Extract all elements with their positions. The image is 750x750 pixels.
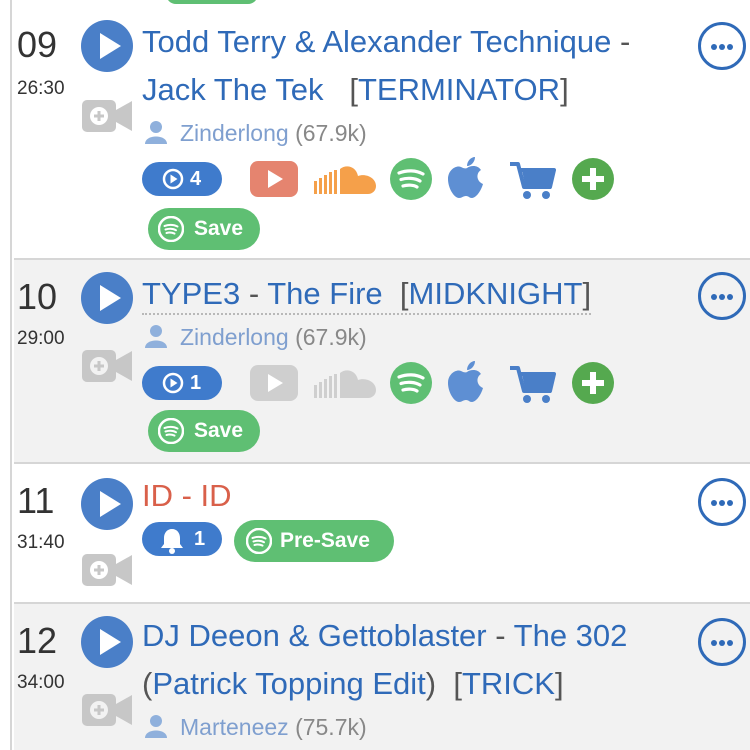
track-title: ID - ID [142, 472, 232, 520]
track-number: 11 [17, 480, 55, 521]
play-icon[interactable] [81, 616, 133, 668]
play-circle-icon [162, 168, 184, 190]
spotify-save-button[interactable]: Save [148, 410, 260, 452]
user-name[interactable]: Zinderlong [180, 324, 289, 350]
spotify-presave-button[interactable]: Pre-Save [234, 520, 394, 562]
title-separator: - [619, 24, 631, 59]
bell-icon [161, 529, 183, 554]
more-options-icon[interactable] [698, 618, 746, 666]
paren-close: ) [425, 666, 437, 701]
track-title-line2: (Patrick Topping Edit) [TRICK] [142, 660, 564, 708]
song-link[interactable]: Jack The Tek [142, 72, 324, 107]
bracket-close: ] [582, 276, 592, 311]
track-title-line2: Jack The Tek [TERMINATOR] [142, 66, 569, 114]
label-link[interactable]: TERMINATOR [358, 72, 560, 107]
bracket-close: ] [560, 72, 569, 107]
video-camera-icon[interactable] [82, 552, 132, 588]
user-credit: Zinderlong (67.9k) [144, 324, 367, 351]
more-options-icon[interactable] [698, 272, 746, 320]
remix-link[interactable]: Patrick Topping Edit [152, 666, 425, 701]
play-count: 4 [190, 168, 202, 190]
soundcloud-icon[interactable] [314, 368, 376, 398]
user-icon [145, 121, 167, 144]
play-icon[interactable] [81, 478, 133, 530]
play-icon[interactable] [81, 20, 133, 72]
track-time: 34:00 [17, 672, 65, 693]
youtube-icon[interactable] [250, 161, 298, 197]
bracket-open: [ [453, 666, 462, 701]
song-link[interactable]: The Fire [267, 276, 382, 311]
track-row-10: 10 29:00 TYPE3 - The Fire [MIDKNIGHT] Zi… [14, 258, 750, 462]
play-count-badge[interactable]: 1 [142, 366, 222, 400]
user-icon [145, 325, 167, 348]
video-camera-icon[interactable] [82, 692, 132, 728]
youtube-icon[interactable] [250, 365, 298, 401]
user-count: (67.9k) [295, 324, 367, 350]
save-label: Save [194, 217, 244, 240]
video-camera-icon[interactable] [82, 348, 132, 384]
bracket-close: ] [554, 666, 564, 701]
track-title: TYPE3 - The Fire [MIDKNIGHT] [142, 270, 592, 318]
shopping-cart-icon[interactable] [508, 160, 556, 200]
play-count-badge[interactable]: 4 [142, 162, 222, 196]
track-row-11: 11 31:40 ID - ID 1 Pre-Save [14, 462, 750, 602]
track-title: Todd Terry & Alexander Technique - [142, 18, 630, 66]
track-time: 31:40 [17, 532, 65, 553]
play-circle-icon [162, 372, 184, 394]
user-count: (75.7k) [295, 714, 367, 740]
bracket-open: [ [399, 276, 409, 311]
track-time: 29:00 [17, 328, 65, 349]
spotify-icon[interactable] [390, 158, 432, 200]
track-title-underlined: TYPE3 - The Fire [MIDKNIGHT] [142, 276, 592, 315]
title-separator: - [248, 276, 260, 311]
plus-circle-icon[interactable] [572, 158, 614, 200]
spotify-icon[interactable] [390, 362, 432, 404]
notify-badge[interactable]: 1 [142, 522, 222, 556]
track-number: 12 [17, 620, 58, 661]
notify-count: 1 [194, 528, 206, 550]
save-label: Save [194, 419, 244, 442]
paren-open: ( [142, 666, 153, 701]
user-credit: Marteneez (75.7k) [144, 714, 367, 741]
spotify-icon [246, 528, 272, 554]
title-separator: - [495, 618, 506, 653]
tracklist: 09 26:30 Todd Terry & Alexander Techniqu… [10, 0, 750, 750]
artist-link[interactable]: Todd Terry & Alexander Technique [142, 24, 611, 59]
previous-save-button-fragment[interactable] [166, 0, 258, 4]
track-number: 09 [17, 24, 58, 65]
bracket-open: [ [349, 72, 358, 107]
track-row-09: 09 26:30 Todd Terry & Alexander Techniqu… [14, 8, 750, 258]
track-title: DJ Deeon & Gettoblaster - The 302 [142, 612, 627, 660]
user-name[interactable]: Zinderlong [180, 120, 289, 146]
artist-link[interactable]: TYPE3 [142, 276, 240, 311]
track-row-12: 12 34:00 DJ Deeon & Gettoblaster - The 3… [14, 602, 750, 750]
user-credit: Zinderlong (67.9k) [144, 120, 367, 147]
user-icon [145, 715, 167, 738]
presave-label: Pre-Save [280, 529, 370, 552]
shopping-cart-icon[interactable] [508, 364, 556, 404]
plus-circle-icon[interactable] [572, 362, 614, 404]
spotify-icon [158, 216, 184, 242]
more-options-icon[interactable] [698, 22, 746, 70]
play-icon[interactable] [81, 272, 133, 324]
apple-icon[interactable] [448, 156, 486, 200]
song-link[interactable]: The 302 [514, 618, 628, 653]
soundcloud-icon[interactable] [314, 164, 376, 194]
video-camera-icon[interactable] [82, 98, 132, 134]
more-options-icon[interactable] [698, 478, 746, 526]
label-link[interactable]: TRICK [462, 666, 555, 701]
label-link[interactable]: MIDKNIGHT [409, 276, 583, 311]
artist-link[interactable]: DJ Deeon & Gettoblaster [142, 618, 487, 653]
user-name[interactable]: Marteneez [180, 714, 289, 740]
id-title: ID - ID [142, 478, 232, 513]
play-count: 1 [190, 372, 202, 394]
track-number: 10 [17, 276, 58, 317]
spotify-icon [158, 418, 184, 444]
spotify-save-button[interactable]: Save [148, 208, 260, 250]
apple-icon[interactable] [448, 360, 486, 404]
track-time: 26:30 [17, 78, 65, 99]
user-count: (67.9k) [295, 120, 367, 146]
